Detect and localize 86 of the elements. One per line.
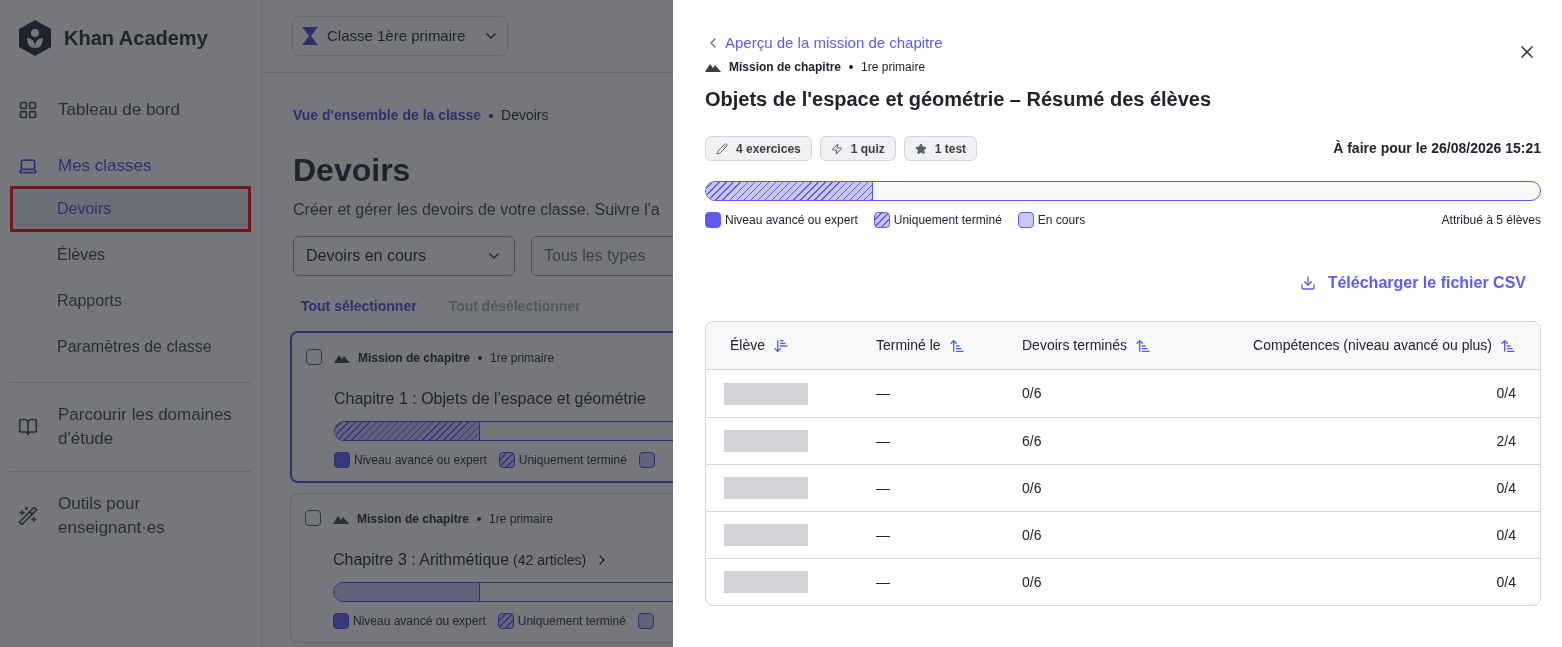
sidebar-subitem[interactable]: Paramètres de classe (10, 324, 251, 370)
download-csv-link[interactable]: Télécharger le fichier CSV (1299, 271, 1526, 295)
legend-label: Uniquement terminé (518, 452, 627, 469)
table-cell-text: 0/6 (1021, 525, 1043, 545)
sidebar-item[interactable]: Tableau de bord (10, 90, 251, 130)
legend-swatch (498, 452, 515, 468)
column-header[interactable]: Terminé le (876, 335, 1022, 356)
table-cell-text: — (875, 431, 891, 451)
grid-icon (18, 100, 38, 120)
sidebar-item[interactable]: Mes classes (10, 146, 251, 186)
table-cell-text: 0/4 (1495, 478, 1516, 498)
legend-swatch (497, 613, 514, 629)
grade-label: 1re primaire (490, 350, 555, 367)
hourglass-icon (301, 27, 319, 45)
legend-swatch (638, 452, 655, 468)
sort-ascending-icon (1500, 337, 1516, 354)
column-header[interactable]: Élève (730, 335, 876, 356)
legend-label: Uniquement terminé (893, 212, 1002, 229)
sidebar-item[interactable]: Parcourir les domaines d'étude (10, 395, 251, 459)
content-chip: 1 quiz (819, 136, 896, 161)
table-cell-text: 6/6 (1021, 431, 1043, 451)
mountains-icon (334, 353, 350, 363)
table-cell-text: 0/6 (1021, 478, 1043, 498)
table-cell-text: 0/6 (1021, 384, 1043, 403)
mountains-icon (705, 62, 721, 72)
type-filter-field[interactable]: Tous les types (531, 236, 673, 276)
sidebar-item[interactable]: Outils pour enseignant·es (10, 484, 251, 548)
table-cell-text: 0/4 (1495, 384, 1516, 403)
grade-label: 1re primaire (489, 511, 554, 528)
sidebar-subitem[interactable]: Élèves (10, 232, 251, 278)
sidebar-subitem[interactable]: Rapports (10, 278, 251, 324)
legend-label: En cours (1037, 212, 1086, 229)
table-cell-text: — (875, 478, 891, 498)
legend-label: Niveau avancé ou expert (353, 613, 486, 630)
table-cell-text: 2/4 (1495, 431, 1516, 451)
lightning-icon (830, 142, 843, 155)
brand-name: Khan Academy (64, 26, 208, 51)
page-description: Créer et gérer les devoirs de votre classe. Suivre l'a (293, 200, 660, 220)
dim-overlay[interactable] (0, 0, 673, 647)
panel-title: Objets de l'espace et géométrie – Résumé des élèves (705, 87, 1213, 112)
column-header[interactable]: Devoirs terminés (1022, 335, 1242, 356)
download-icon (1299, 275, 1316, 291)
grade-label: 1re primaire (861, 59, 926, 76)
sort-descending-icon (773, 337, 790, 354)
table-cell-text: — (875, 525, 891, 545)
laptop-icon (18, 156, 38, 176)
table-cell-text: 0/6 (1021, 572, 1043, 592)
sort-ascending-icon (948, 337, 965, 354)
assignment-type: Mission de chapitre (357, 511, 470, 528)
content-chip: 4 exercices (705, 136, 812, 161)
mountains-icon (333, 514, 349, 524)
legend-label: Uniquement terminé (517, 613, 626, 630)
checkbox[interactable] (305, 510, 321, 526)
back-link[interactable]: Aperçu de la mission de chapitre (725, 32, 943, 55)
status-dropdown[interactable]: Devoirs en cours (293, 236, 515, 276)
sort-ascending-icon (1135, 337, 1152, 354)
sidebar-subitem[interactable]: Devoirs (10, 186, 251, 232)
logo-icon (18, 20, 52, 56)
table-cell-text: — (875, 384, 891, 403)
magic-wand-icon (18, 506, 38, 526)
assignment-title[interactable]: Chapitre 1 : Objets de l'espace et géométrie (334, 387, 646, 411)
selection-link[interactable]: Tout sélectionner (301, 296, 417, 317)
assigned-count: Attribué à 5 élèves (1441, 212, 1541, 229)
table-cell-text: 0/4 (1495, 525, 1516, 545)
star-icon (914, 142, 927, 155)
assignment-title[interactable]: Chapitre 3 : Arithmétique (333, 548, 510, 572)
column-header[interactable]: Compétences (niveau avancé ou plus) (1242, 335, 1516, 356)
page-title: Devoirs (293, 151, 412, 190)
assignment-type: Mission de chapitre (358, 350, 471, 367)
checkbox[interactable] (306, 349, 322, 365)
article-count: (42 articles) (513, 550, 587, 570)
legend-label: Niveau avancé ou expert (725, 212, 858, 229)
table-cell-text: — (875, 572, 891, 592)
legend-swatch (637, 613, 654, 629)
table-cell-text: 0/4 (1495, 572, 1516, 592)
class-selector[interactable]: Classe 1ère primaire (292, 16, 508, 56)
legend-swatch (334, 452, 350, 468)
pencil-icon (716, 142, 728, 155)
due-date: À faire pour le 26/08/2026 15:21 (1333, 139, 1541, 158)
breadcrumb-current: Devoirs (501, 106, 549, 125)
breadcrumb-link[interactable]: Vue d'ensemble de la classe (293, 105, 481, 126)
assignment-type: Mission de chapitre (729, 59, 842, 76)
legend-label: Niveau avancé ou expert (354, 452, 487, 469)
book-icon (18, 417, 38, 437)
legend-swatch (333, 613, 349, 629)
content-chip: 1 test (903, 136, 978, 161)
